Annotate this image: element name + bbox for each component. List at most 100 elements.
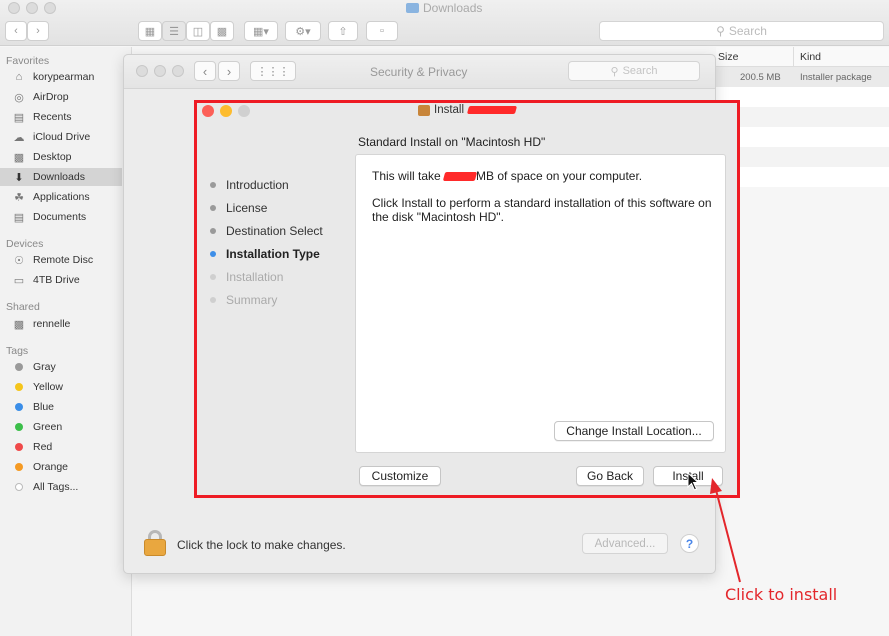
package-icon xyxy=(418,104,430,116)
preferences-search-field[interactable]: ⚲ Search xyxy=(568,61,700,81)
airdrop-icon: ◎ xyxy=(14,91,24,104)
sidebar-item-home[interactable]: ⌂ korypearman xyxy=(12,68,126,86)
annotation-label: Click to install xyxy=(725,585,838,604)
window-title: Security & Privacy xyxy=(370,65,468,79)
step-dot-icon xyxy=(210,296,216,303)
table-row xyxy=(716,87,889,107)
list-view-button[interactable]: ☰ xyxy=(162,21,186,41)
forward-button[interactable]: › xyxy=(27,21,49,41)
tag-dot-icon xyxy=(15,423,23,431)
show-all-button[interactable]: ⋮⋮⋮ xyxy=(250,61,296,81)
computer-icon: ▩ xyxy=(13,318,25,331)
step-dot-icon xyxy=(210,227,216,234)
table-row xyxy=(716,147,889,167)
step-summary: Summary xyxy=(210,288,323,311)
sidebar-item-remote-disc[interactable]: ☉ Remote Disc xyxy=(12,251,126,269)
tags-button[interactable]: ▫ xyxy=(366,21,398,41)
devices-heading: Devices xyxy=(6,238,44,250)
search-icon: ⚲ xyxy=(716,24,725,38)
minimize-button[interactable] xyxy=(26,2,38,14)
sidebar-item-airdrop[interactable]: ◎ AirDrop xyxy=(12,88,126,106)
column-kind[interactable]: Kind xyxy=(800,51,821,63)
applications-icon: ☘ xyxy=(14,191,24,204)
disc-icon: ☉ xyxy=(14,254,24,267)
sidebar-item-recents[interactable]: ▤ Recents xyxy=(12,108,126,126)
shared-heading: Shared xyxy=(6,301,40,313)
space-required-text: This will take MB of space on your compu… xyxy=(372,169,643,183)
table-row[interactable]: 200.5 MB Installer package xyxy=(716,67,889,87)
lock-icon[interactable] xyxy=(144,530,166,556)
minimize-button[interactable] xyxy=(220,105,232,117)
sidebar-tag-red[interactable]: Red xyxy=(12,438,126,456)
close-button[interactable] xyxy=(202,105,214,117)
sidebar-tag-gray[interactable]: Gray xyxy=(12,358,126,376)
share-button[interactable]: ⇧ xyxy=(328,21,358,41)
tag-dot-icon xyxy=(15,483,23,491)
table-row xyxy=(716,167,889,187)
sidebar-item-desktop[interactable]: ▩ Desktop xyxy=(12,148,126,166)
column-size[interactable]: Size xyxy=(718,51,738,63)
zoom-button[interactable] xyxy=(238,105,250,117)
tag-dot-icon xyxy=(15,383,23,391)
tag-dot-icon xyxy=(15,463,23,471)
cloud-icon: ☁ xyxy=(13,131,25,144)
sidebar-item-icloud[interactable]: ☁ iCloud Drive xyxy=(12,128,126,146)
group-button[interactable]: ▦▾ xyxy=(244,21,278,41)
sidebar-item-documents[interactable]: ▤ Documents xyxy=(12,208,126,226)
icon-view-button[interactable]: ▦ xyxy=(138,21,162,41)
help-button[interactable]: ? xyxy=(680,534,699,553)
finder-sidebar: Favorites ⌂ korypearman ◎ AirDrop ▤ Recents… xyxy=(0,47,132,636)
close-button[interactable] xyxy=(8,2,20,14)
downloads-icon: ⬇ xyxy=(14,171,24,184)
file-kind: Installer package xyxy=(800,72,872,83)
step-installation-type: Installation Type xyxy=(210,242,323,265)
advanced-button[interactable]: Advanced... xyxy=(582,533,668,554)
go-back-button[interactable]: Go Back xyxy=(576,466,644,486)
sidebar-tag-blue[interactable]: Blue xyxy=(12,398,126,416)
sidebar-tag-green[interactable]: Green xyxy=(12,418,126,436)
redaction-mark xyxy=(442,172,478,182)
forward-button[interactable]: › xyxy=(218,61,240,81)
step-dot-icon xyxy=(210,181,216,188)
install-description: Click Install to perform a standard inst… xyxy=(372,196,712,224)
sidebar-item-rennelle[interactable]: ▩ rennelle xyxy=(12,315,126,333)
sidebar-tag-orange[interactable]: Orange xyxy=(12,458,126,476)
tags-heading: Tags xyxy=(6,345,29,357)
sidebar-tag-all[interactable]: All Tags... xyxy=(12,478,126,496)
file-size: 200.5 MB xyxy=(740,72,781,83)
step-dot-icon xyxy=(210,273,216,280)
zoom-button[interactable] xyxy=(172,65,184,77)
drive-icon: ▭ xyxy=(13,274,25,287)
window-title: Downloads xyxy=(406,1,482,15)
installer-titlebar: Install xyxy=(196,101,737,121)
close-button[interactable] xyxy=(136,65,148,77)
change-install-location-button[interactable]: Change Install Location... xyxy=(554,421,714,441)
lock-message: Click the lock to make changes. xyxy=(177,538,346,552)
finder-toolbar: Downloads ‹ › ▦ ☰ ◫ ▩ ▦▾ ⚙▾ ⇧ ▫ ⚲ Search xyxy=(0,0,889,46)
installer-steps: Introduction License Destination Select … xyxy=(210,173,323,311)
action-gear-button[interactable]: ⚙▾ xyxy=(285,21,321,41)
back-button[interactable]: ‹ xyxy=(194,61,216,81)
installer-content-pane: This will take MB of space on your compu… xyxy=(355,154,726,453)
security-privacy-titlebar: ‹ › ⋮⋮⋮ Security & Privacy ⚲ Search xyxy=(124,55,715,89)
installer-subtitle: Standard Install on "Macintosh HD" xyxy=(358,135,546,149)
column-view-button[interactable]: ◫ xyxy=(186,21,210,41)
zoom-button[interactable] xyxy=(44,2,56,14)
minimize-button[interactable] xyxy=(154,65,166,77)
home-icon: ⌂ xyxy=(15,71,23,83)
sidebar-item-applications[interactable]: ☘ Applications xyxy=(12,188,126,206)
gallery-view-button[interactable]: ▩ xyxy=(210,21,234,41)
folder-icon xyxy=(406,3,419,13)
customize-button[interactable]: Customize xyxy=(359,466,441,486)
step-installation: Installation xyxy=(210,265,323,288)
step-destination-select: Destination Select xyxy=(210,219,323,242)
finder-search-field[interactable]: ⚲ Search xyxy=(599,21,884,41)
step-dot-icon xyxy=(210,250,216,257)
sidebar-item-downloads[interactable]: ⬇ Downloads xyxy=(0,168,122,186)
redaction-mark xyxy=(466,106,518,114)
column-divider xyxy=(793,47,794,67)
back-button[interactable]: ‹ xyxy=(5,21,27,41)
sidebar-item-4tb-drive[interactable]: ▭ 4TB Drive xyxy=(12,271,126,289)
sidebar-tag-yellow[interactable]: Yellow xyxy=(12,378,126,396)
step-license: License xyxy=(210,196,323,219)
